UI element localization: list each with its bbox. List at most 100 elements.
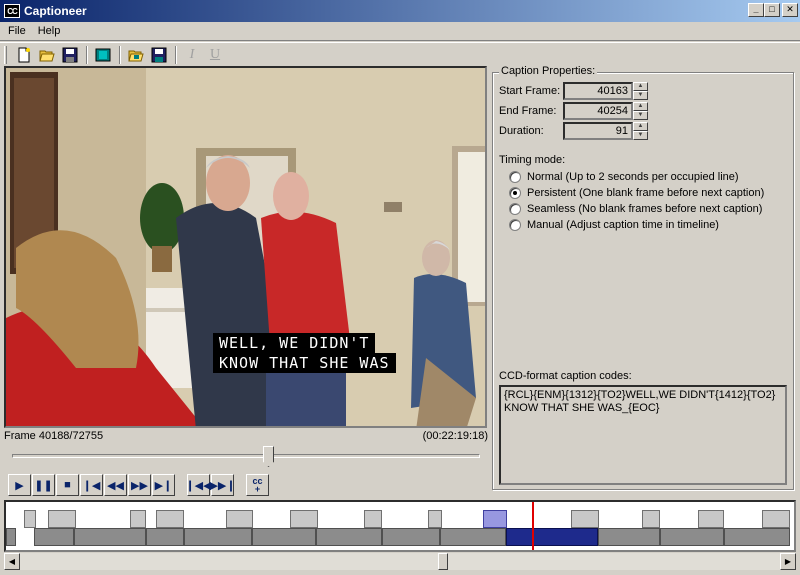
spin-up-icon[interactable]: ▲ [633,102,648,111]
timecode: (00:22:19:18) [422,430,488,442]
video-frame[interactable]: WELL, WE DIDN'T KNOW THAT SHE WAS [4,66,487,428]
new-icon [18,47,30,62]
timeline-duration-bar[interactable] [382,528,440,546]
caption-line: KNOW THAT SHE WAS [213,353,396,373]
fast-forward-icon: ▶▶ [131,479,148,492]
next-caption-button[interactable]: ▶▶❙ [209,474,236,496]
spin-down-icon[interactable]: ▼ [633,91,648,100]
timeline-caption-block[interactable] [130,510,146,528]
scroll-left-button[interactable]: ◀ [4,553,20,570]
start-frame-row: Start Frame: 40163 ▲ ▼ [499,82,648,100]
closed-caption-overlay: WELL, WE DIDN'T KNOW THAT SHE WAS [213,333,396,373]
timing-persistent-option[interactable]: Persistent (One blank frame before next … [509,185,764,201]
maximize-button[interactable]: □ [764,3,780,17]
toolbar-separator [86,45,88,64]
timeline-caption-block[interactable] [762,510,790,528]
ccd-codes-textarea[interactable]: {RCL}{ENM}{1312}{TO2}WELL,WE DIDN'T{1412… [499,385,787,485]
stop-icon: ■ [64,479,71,491]
timeline-playhead[interactable] [532,502,534,550]
chevron-right-icon: ▶ [784,557,792,566]
timeline-duration-bar[interactable] [252,528,316,546]
timeline-caption-block[interactable] [48,510,76,528]
close-button[interactable]: ✕ [782,3,798,17]
timeline-caption-block[interactable] [156,510,184,528]
timeline-duration-bar[interactable] [74,528,146,546]
timeline-caption-block-selected[interactable] [483,510,507,528]
caption-timeline[interactable] [4,500,796,552]
timeline-duration-bar[interactable] [34,528,74,546]
radio-button[interactable] [509,219,521,231]
timeline-duration-bar[interactable] [660,528,724,546]
timeline-caption-block[interactable] [428,510,442,528]
spin-down-icon[interactable]: ▼ [633,131,648,140]
timing-option-label: Persistent (One blank frame before next … [527,187,765,199]
italic-button[interactable]: I [181,45,203,65]
timeline-caption-block[interactable] [642,510,660,528]
transport-controls: ▶ ❚❚ ■ ❙◀ ◀◀ ▶▶ ▶❙ ❙◀◀ ▶▶❙ cc + [8,474,269,496]
duration-spinner[interactable]: ▲ ▼ [633,122,648,140]
timeline-caption-block[interactable] [698,510,724,528]
cc-icon: CC [4,4,20,18]
timeline-duration-bar[interactable] [146,528,184,546]
rewind-button[interactable]: ◀◀ [104,474,127,496]
timeline-duration-bar[interactable] [184,528,252,546]
open-video-button[interactable] [92,45,114,65]
insert-caption-button[interactable]: cc + [246,474,269,496]
save-button[interactable] [59,45,81,65]
spin-up-icon[interactable]: ▲ [633,122,648,131]
start-frame-input[interactable]: 40163 [563,82,633,100]
seek-slider-track[interactable] [12,454,480,458]
scrollbar-track[interactable] [20,553,780,570]
timeline-duration-bar[interactable] [6,528,16,546]
caption-properties-title: Caption Properties: [499,65,598,77]
end-frame-input[interactable]: 40254 [563,102,633,120]
start-frame-spinner[interactable]: ▲ ▼ [633,82,648,100]
radio-button[interactable] [509,171,521,183]
radio-button[interactable] [509,203,521,215]
timeline-duration-bar[interactable] [724,528,790,546]
timing-normal-option[interactable]: Normal (Up to 2 seconds per occupied lin… [509,169,739,185]
window-title: Captioneer [24,4,87,18]
menu-file[interactable]: File [2,25,32,37]
start-frame-label: Start Frame: [499,85,561,97]
prev-frame-button[interactable]: ❙◀ [80,474,103,496]
minimize-button[interactable]: _ [748,3,764,17]
open-project-button[interactable] [125,45,147,65]
timeline-duration-bar[interactable] [316,528,382,546]
underline-button[interactable]: U [204,45,226,65]
menu-help[interactable]: Help [32,25,67,37]
timeline-duration-bar[interactable] [440,528,506,546]
timeline-caption-block[interactable] [571,510,599,528]
end-frame-row: End Frame: 40254 ▲ ▼ [499,102,648,120]
pause-button[interactable]: ❚❚ [32,474,55,496]
timing-seamless-option[interactable]: Seamless (No blank frames before next ca… [509,201,762,217]
new-button[interactable] [13,45,35,65]
timing-mode-label: Timing mode: [499,154,566,166]
timing-manual-option[interactable]: Manual (Adjust caption time in timeline) [509,217,719,233]
fast-forward-button[interactable]: ▶▶ [128,474,151,496]
scrollbar-thumb[interactable] [438,553,448,570]
end-frame-label: End Frame: [499,105,557,117]
timeline-duration-bar-selected[interactable] [506,528,598,546]
timeline-caption-block[interactable] [290,510,318,528]
open-button[interactable] [36,45,58,65]
timing-option-label: Manual (Adjust caption time in timeline) [527,219,719,231]
skip-back-icon: ❙◀◀ [185,479,212,492]
seek-slider-thumb[interactable] [263,446,274,467]
previous-caption-button[interactable]: ❙◀◀ [185,474,212,496]
scroll-right-button[interactable]: ▶ [780,553,796,570]
save-project-button[interactable] [148,45,170,65]
play-button[interactable]: ▶ [8,474,31,496]
timeline-caption-block[interactable] [364,510,382,528]
spin-up-icon[interactable]: ▲ [633,82,648,91]
timeline-caption-block[interactable] [24,510,36,528]
timeline-duration-bar[interactable] [598,528,660,546]
end-frame-spinner[interactable]: ▲ ▼ [633,102,648,120]
spin-down-icon[interactable]: ▼ [633,111,648,120]
timeline-caption-block[interactable] [226,510,253,528]
radio-button-selected[interactable] [509,187,521,199]
next-frame-button[interactable]: ▶❙ [152,474,175,496]
duration-input[interactable]: 91 [563,122,633,140]
timeline-scrollbar[interactable]: ◀ ▶ [4,553,796,570]
stop-button[interactable]: ■ [56,474,79,496]
